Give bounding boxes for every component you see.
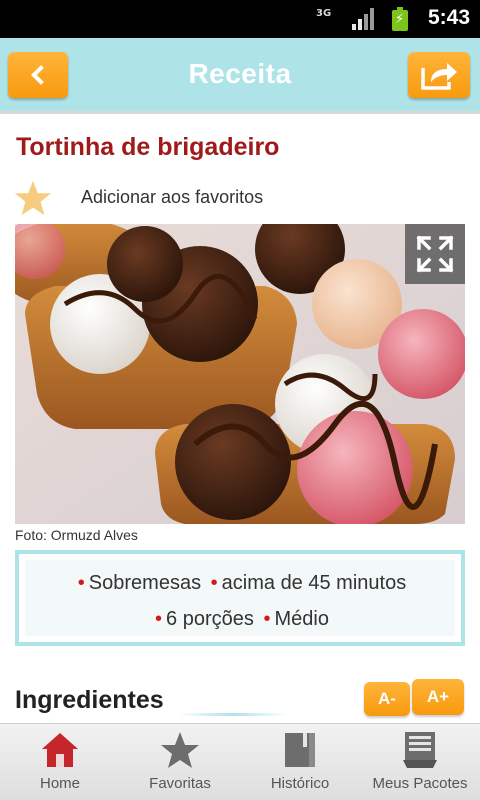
heading-underline bbox=[178, 713, 288, 716]
increase-font-button[interactable]: A+ bbox=[412, 679, 464, 715]
bottom-nav: Home Favoritas Histórico Meus Pacotes bbox=[0, 723, 480, 800]
recipe-time: acima de 45 minutos bbox=[221, 572, 407, 594]
status-bar: 3G ⚡ 5:43 bbox=[0, 0, 480, 38]
expand-photo-button[interactable] bbox=[405, 224, 465, 284]
bullet-icon: • bbox=[77, 572, 85, 594]
package-icon bbox=[403, 732, 437, 768]
share-button[interactable] bbox=[408, 52, 470, 98]
signal-icon bbox=[352, 8, 376, 30]
photo-credit: Foto: Ormuzd Alves bbox=[15, 527, 138, 543]
recipe-info-box: • Sobremesas • acima de 45 minutos • 6 porç… bbox=[15, 550, 465, 646]
expand-icon bbox=[416, 235, 454, 273]
nav-item-historico[interactable]: Histórico bbox=[240, 724, 360, 800]
nav-item-home[interactable]: Home bbox=[0, 724, 120, 800]
bullet-icon: • bbox=[263, 608, 271, 630]
recipe-title: Tortinha de brigadeiro bbox=[16, 133, 280, 161]
status-clock: 5:43 bbox=[427, 6, 470, 29]
app-header: Receita bbox=[0, 38, 480, 114]
decrease-font-button[interactable]: A- bbox=[364, 682, 410, 716]
add-to-favorites[interactable]: Adicionar aos favoritos bbox=[81, 187, 263, 208]
bullet-icon: • bbox=[210, 572, 218, 594]
info-row-1: • Sobremesas • acima de 45 minutos bbox=[25, 572, 455, 595]
nav-label-home: Home bbox=[39, 775, 80, 792]
share-icon bbox=[421, 63, 457, 90]
ingredients-heading: Ingredientes bbox=[15, 686, 164, 714]
favorite-star-icon[interactable] bbox=[14, 179, 52, 217]
recipe-category: Sobremesas bbox=[88, 572, 202, 594]
book-icon bbox=[285, 733, 315, 767]
nav-label-favoritas: Favoritas bbox=[149, 775, 211, 792]
nav-item-meus-pacotes[interactable]: Meus Pacotes bbox=[360, 724, 480, 800]
nav-item-favoritas[interactable]: Favoritas bbox=[120, 724, 240, 800]
star-icon bbox=[161, 732, 199, 768]
bullet-icon: • bbox=[155, 608, 163, 630]
recipe-servings: 6 porções bbox=[166, 608, 254, 630]
network-indicator: 3G bbox=[316, 8, 332, 19]
info-row-2: • 6 porções • Médio bbox=[25, 608, 455, 631]
recipe-photo[interactable] bbox=[15, 224, 465, 524]
nav-label-meus-pacotes: Meus Pacotes bbox=[372, 775, 468, 792]
nav-label-historico: Histórico bbox=[270, 775, 330, 792]
recipe-difficulty: Médio bbox=[274, 608, 329, 630]
home-icon bbox=[42, 733, 78, 767]
battery-icon: ⚡ bbox=[392, 7, 408, 31]
